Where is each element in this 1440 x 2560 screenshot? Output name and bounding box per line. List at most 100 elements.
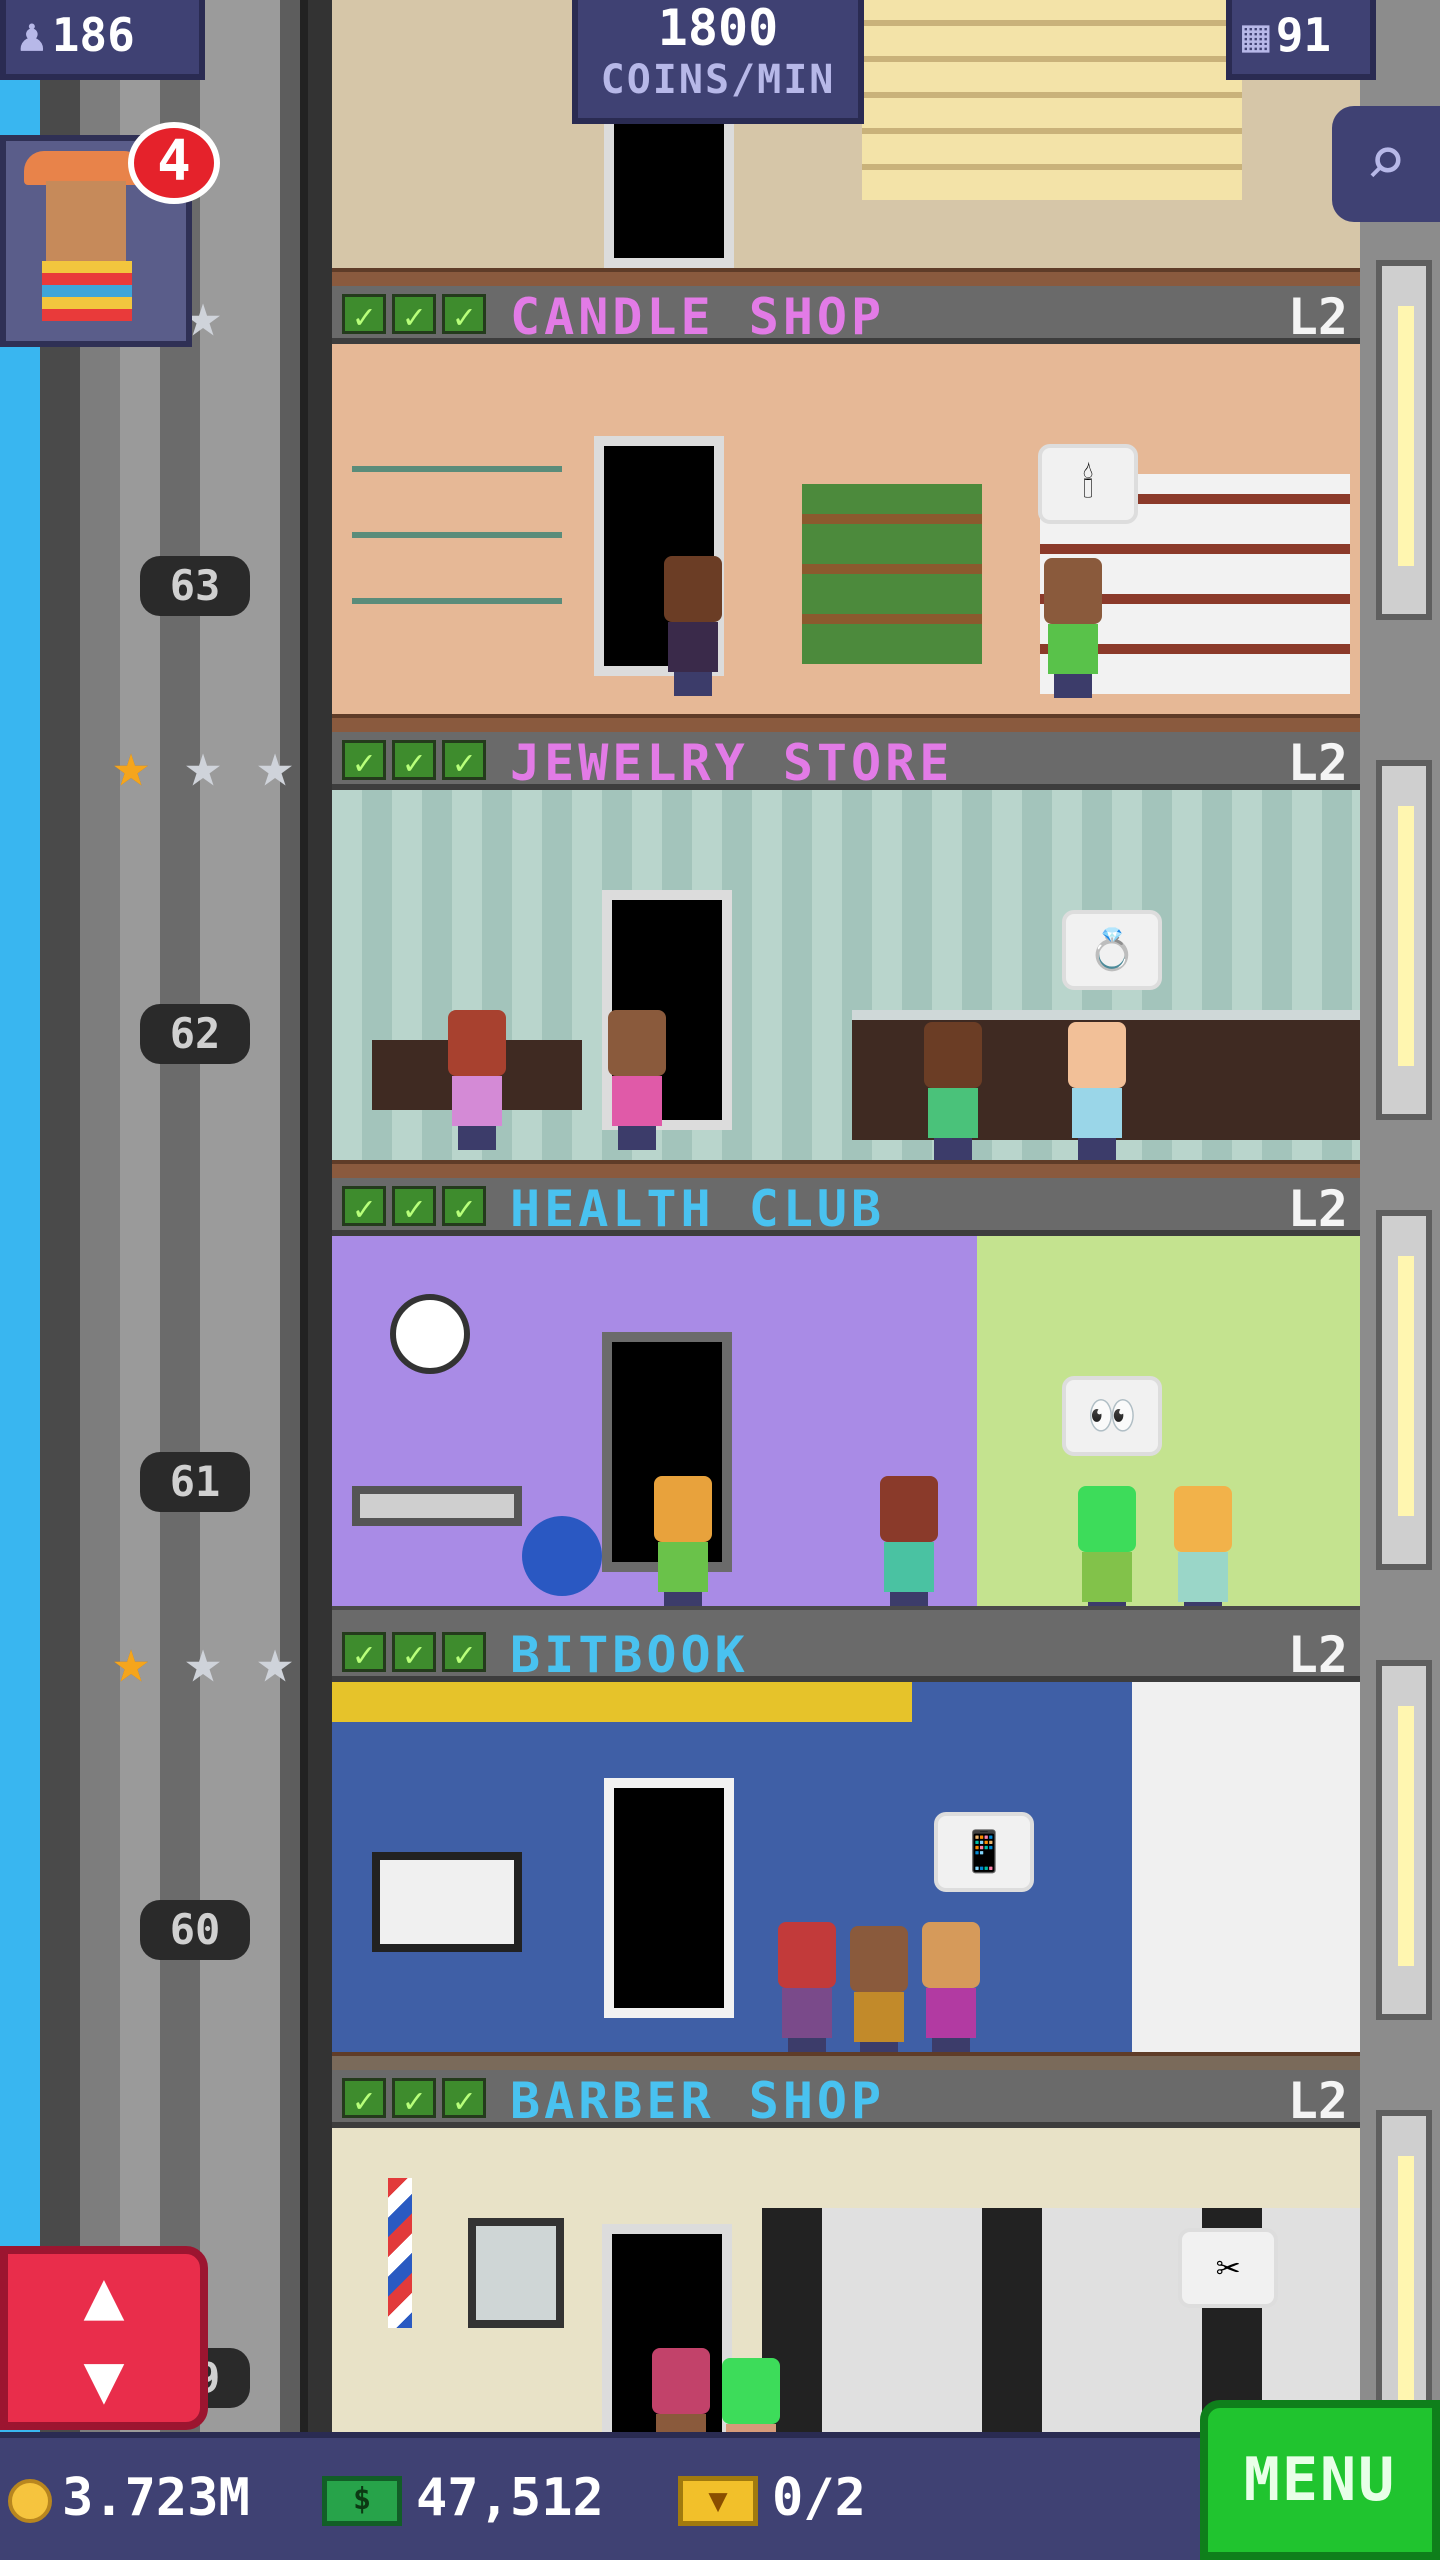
floor-health-club[interactable]: ✓ ✓ ✓ HEALTH CLUB L2 👀: [332, 1178, 1360, 1624]
population-counter[interactable]: ♟ 186: [0, 0, 205, 80]
elevator-floor-number: 61: [140, 1452, 250, 1512]
stock-checks: ✓ ✓ ✓: [342, 740, 486, 783]
check-icon: ✓: [342, 1632, 386, 1675]
floor-name: CANDLE SHOP: [510, 288, 886, 346]
stock-checks: ✓ ✓ ✓: [342, 2078, 486, 2121]
vip-count-badge: 4: [128, 122, 220, 204]
room-interior[interactable]: ✂: [332, 2128, 1360, 2440]
coins-rate-unit: COINS/MIN: [600, 57, 836, 103]
magnifier-icon: ⌕: [1364, 120, 1408, 202]
floor-candle-shop[interactable]: ✓ ✓ ✓ CANDLE SHOP L2 🕯: [332, 286, 1360, 732]
floor-level: L2: [1287, 734, 1348, 792]
bitizen[interactable]: [658, 556, 728, 696]
building-window: [1376, 260, 1432, 620]
building-window: [1376, 1210, 1432, 1570]
floor-level: L2: [1287, 2072, 1348, 2130]
floor-header[interactable]: ✓ ✓ ✓ JEWELRY STORE L2: [332, 732, 1360, 792]
up-down-arrows-icon: ▲ ▼: [83, 2256, 125, 2419]
floor-header[interactable]: ✓ ✓ ✓ BARBER SHOP L2: [332, 2070, 1360, 2130]
golden-ticket-icon: ▼: [678, 2476, 758, 2526]
floor-bitbook[interactable]: ✓ ✓ ✓ BITBOOK L2 📱: [332, 1624, 1360, 2070]
check-icon: ✓: [342, 740, 386, 783]
coins-per-minute-panel[interactable]: 1800 COINS/MIN: [572, 0, 864, 124]
bitizen[interactable]: [1072, 1486, 1142, 1624]
thought-bubble: ✂: [1178, 2228, 1278, 2308]
stock-checks: ✓ ✓ ✓: [342, 294, 486, 337]
room-interior[interactable]: 📱: [332, 1682, 1360, 2070]
bitizen[interactable]: [874, 1476, 944, 1616]
star-rating-row: ★ ★ ★: [100, 1624, 306, 1697]
star-empty-icon: ★: [184, 1624, 222, 1697]
menu-button[interactable]: MENU: [1200, 2400, 1440, 2560]
sombrero-icon: [24, 151, 144, 185]
coin-icon: [8, 2479, 52, 2523]
room-interior[interactable]: 👀: [332, 1236, 1360, 1624]
tickets-value: 0/2: [772, 2468, 866, 2528]
candle-shelf: [352, 464, 562, 664]
floor-jewelry-store[interactable]: ✓ ✓ ✓ JEWELRY STORE L2 💍: [332, 732, 1360, 1178]
exercise-ball: [522, 1516, 602, 1596]
stock-checks: ✓ ✓ ✓: [342, 1186, 486, 1229]
check-icon: ✓: [442, 740, 486, 783]
star-empty-icon: ★: [184, 728, 222, 801]
store-shelves: [862, 0, 1242, 200]
elevator-shaft[interactable]: [80, 0, 320, 2440]
bitizen[interactable]: [1062, 1022, 1132, 1162]
floor-header[interactable]: ✓ ✓ ✓ HEALTH CLUB L2: [332, 1178, 1360, 1238]
search-button[interactable]: ⌕: [1332, 106, 1440, 222]
floor-header[interactable]: ✓ ✓ ✓ CANDLE SHOP L2: [332, 286, 1360, 346]
person-icon: ♟: [18, 8, 46, 62]
floor-level: L2: [1287, 288, 1348, 346]
coins-counter[interactable]: 3.723M: [8, 2458, 250, 2538]
bitizen[interactable]: [602, 1010, 672, 1150]
coins-rate-value: 1800: [657, 0, 779, 57]
floor-name: BARBER SHOP: [510, 2072, 886, 2130]
elevator-door: [604, 1778, 734, 2018]
bux-counter[interactable]: $47,512: [322, 2458, 604, 2538]
star-filled-icon: ★: [112, 1624, 150, 1697]
check-icon: ✓: [392, 2078, 436, 2121]
check-icon: ✓: [392, 1632, 436, 1675]
check-icon: ✓: [342, 2078, 386, 2121]
bitizen[interactable]: [844, 1926, 914, 2066]
bitizen[interactable]: [916, 1922, 986, 2062]
vip-poncho: [42, 261, 132, 321]
star-empty-icon: ★: [256, 728, 294, 801]
building-window: [1376, 1660, 1432, 2020]
star-rating-row: ★ ★ ★: [100, 728, 306, 801]
floor-barber-shop[interactable]: ✓ ✓ ✓ BARBER SHOP L2 ✂: [332, 2070, 1360, 2440]
vip-face: [46, 181, 126, 261]
bitizen[interactable]: [1168, 1486, 1238, 1624]
thought-bubble: 🕯: [1038, 444, 1138, 524]
floor-base: [332, 1606, 1360, 1624]
star-empty-icon: ★: [256, 1624, 294, 1697]
tickets-counter[interactable]: ▼ 0/2: [678, 2458, 866, 2538]
floor-level: L2: [1287, 1180, 1348, 1238]
bitizen[interactable]: [716, 2358, 786, 2440]
floor-base: [332, 1160, 1360, 1178]
bitizen[interactable]: [772, 1922, 842, 2062]
bux-value: 47,512: [416, 2468, 604, 2528]
bitizen[interactable]: [442, 1010, 512, 1150]
population-value: 186: [51, 8, 135, 62]
computer-monitor: [372, 1852, 522, 1952]
bitizen[interactable]: [1038, 558, 1108, 698]
stock-checks: ✓ ✓ ✓: [342, 1632, 486, 1675]
floor-name: BITBOOK: [510, 1626, 749, 1684]
floor-header[interactable]: ✓ ✓ ✓ BITBOOK L2: [332, 1624, 1360, 1684]
elevator-floor-number: 63: [140, 556, 250, 616]
wall-clock-icon: [390, 1294, 470, 1374]
check-icon: ✓: [392, 740, 436, 783]
elevator-floor-number: 62: [140, 1004, 250, 1064]
thought-bubble: 👀: [1062, 1376, 1162, 1456]
office-white-wall: [1132, 1682, 1360, 2070]
room-interior[interactable]: 💍: [332, 790, 1360, 1178]
floor-base: [332, 2052, 1360, 2070]
elevator-button[interactable]: ▲ ▼: [0, 2246, 208, 2430]
bitizen[interactable]: [646, 2348, 716, 2440]
bux-icon: $: [322, 2476, 402, 2526]
bitizen[interactable]: [648, 1476, 718, 1616]
floor-counter[interactable]: ▦ 91: [1226, 0, 1376, 80]
bitizen[interactable]: [918, 1022, 988, 1162]
room-interior[interactable]: 🕯: [332, 344, 1360, 732]
